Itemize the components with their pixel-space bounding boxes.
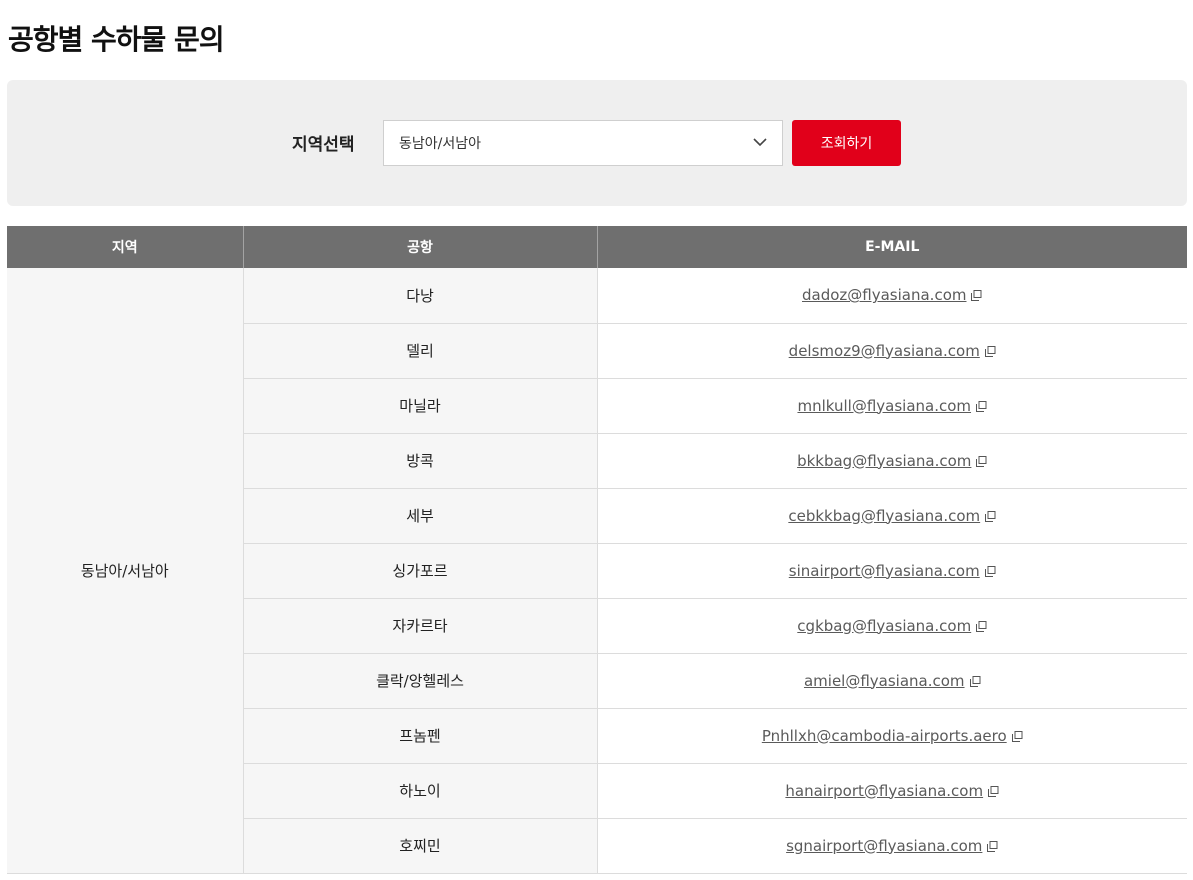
chevron-down-icon xyxy=(753,138,767,147)
search-button[interactable]: 조회하기 xyxy=(792,120,901,166)
header-email: E-MAIL xyxy=(597,226,1187,268)
airport-name-cell: 다낭 xyxy=(243,268,598,324)
new-window-icon[interactable] xyxy=(976,455,987,467)
email-link[interactable]: sinairport@flyasiana.com xyxy=(789,562,980,580)
email-cell: sinairport@flyasiana.com xyxy=(597,543,1187,599)
airport-name-cell: 하노이 xyxy=(243,763,598,819)
email-cell: delsmoz9@flyasiana.com xyxy=(597,323,1187,379)
region-select-value: 동남아/서남아 xyxy=(399,136,481,152)
email-cell: dadoz@flyasiana.com xyxy=(597,268,1187,324)
airport-name-cell: 자카르타 xyxy=(243,598,598,654)
new-window-icon[interactable] xyxy=(976,620,987,632)
email-cell: amiel@flyasiana.com xyxy=(597,653,1187,709)
table-row: 동남아/서남아 다낭 dadoz@flyasiana.com xyxy=(7,268,1187,874)
search-panel: 지역선택 동남아/서남아 조회하기 xyxy=(7,80,1187,206)
email-link[interactable]: Pnhllxh@cambodia-airports.aero xyxy=(762,727,1007,745)
airport-name-cell: 방콕 xyxy=(243,433,598,489)
new-window-icon[interactable] xyxy=(969,675,981,687)
email-link[interactable]: bkkbag@flyasiana.com xyxy=(797,452,971,470)
page-title: 공항별 수하물 문의 xyxy=(8,23,225,56)
email-cell: bkkbag@flyasiana.com xyxy=(597,433,1187,489)
email-cell: hanairport@flyasiana.com xyxy=(597,763,1187,819)
email-link[interactable]: delsmoz9@flyasiana.com xyxy=(789,342,980,360)
airport-name-cell: 프놈펜 xyxy=(243,708,598,764)
email-link[interactable]: mnlkull@flyasiana.com xyxy=(797,397,971,415)
new-window-icon[interactable] xyxy=(984,565,996,577)
email-cell: cebkkbag@flyasiana.com xyxy=(597,488,1187,544)
email-cell: mnlkull@flyasiana.com xyxy=(597,378,1187,434)
airport-name-cell: 싱가포르 xyxy=(243,543,598,599)
header-airport: 공항 xyxy=(243,226,598,268)
email-cell: cgkbag@flyasiana.com xyxy=(597,598,1187,654)
new-window-icon[interactable] xyxy=(988,785,999,797)
new-window-icon[interactable] xyxy=(971,290,982,302)
airport-name-cell: 호찌민 xyxy=(243,818,598,874)
email-link[interactable]: amiel@flyasiana.com xyxy=(804,672,965,690)
airport-name-cell: 세부 xyxy=(243,488,598,544)
email-link[interactable]: cgkbag@flyasiana.com xyxy=(797,617,971,635)
new-window-icon[interactable] xyxy=(987,840,998,852)
email-link[interactable]: sgnairport@flyasiana.com xyxy=(786,837,982,855)
email-link[interactable]: hanairport@flyasiana.com xyxy=(785,782,983,800)
email-cell: Pnhllxh@cambodia-airports.aero xyxy=(597,708,1187,764)
airport-contact-table: 지역 공항 E-MAIL 동남아/서남아 다낭 dadoz@flyasiana.co… xyxy=(7,226,1187,874)
table-body: 동남아/서남아 다낭 dadoz@flyasiana.com 델리 delsmoz9@f… xyxy=(7,268,1187,874)
email-link[interactable]: dadoz@flyasiana.com xyxy=(802,286,966,304)
region-select[interactable]: 동남아/서남아 xyxy=(383,120,783,166)
new-window-icon[interactable] xyxy=(984,345,996,357)
airport-name-cell: 마닐라 xyxy=(243,378,598,434)
new-window-icon[interactable] xyxy=(1011,730,1023,742)
email-link[interactable]: cebkkbag@flyasiana.com xyxy=(788,507,980,525)
email-cell: sgnairport@flyasiana.com xyxy=(597,818,1187,874)
airport-name-cell: 클락/앙헬레스 xyxy=(243,653,598,709)
header-region: 지역 xyxy=(7,226,244,268)
airport-name-cell: 델리 xyxy=(243,323,598,379)
new-window-icon[interactable] xyxy=(976,400,987,412)
table-header-row: 지역 공항 E-MAIL xyxy=(7,226,1187,268)
region-cell: 동남아/서남아 xyxy=(7,268,244,874)
region-select-label: 지역선택 xyxy=(292,135,355,155)
new-window-icon[interactable] xyxy=(985,510,996,522)
